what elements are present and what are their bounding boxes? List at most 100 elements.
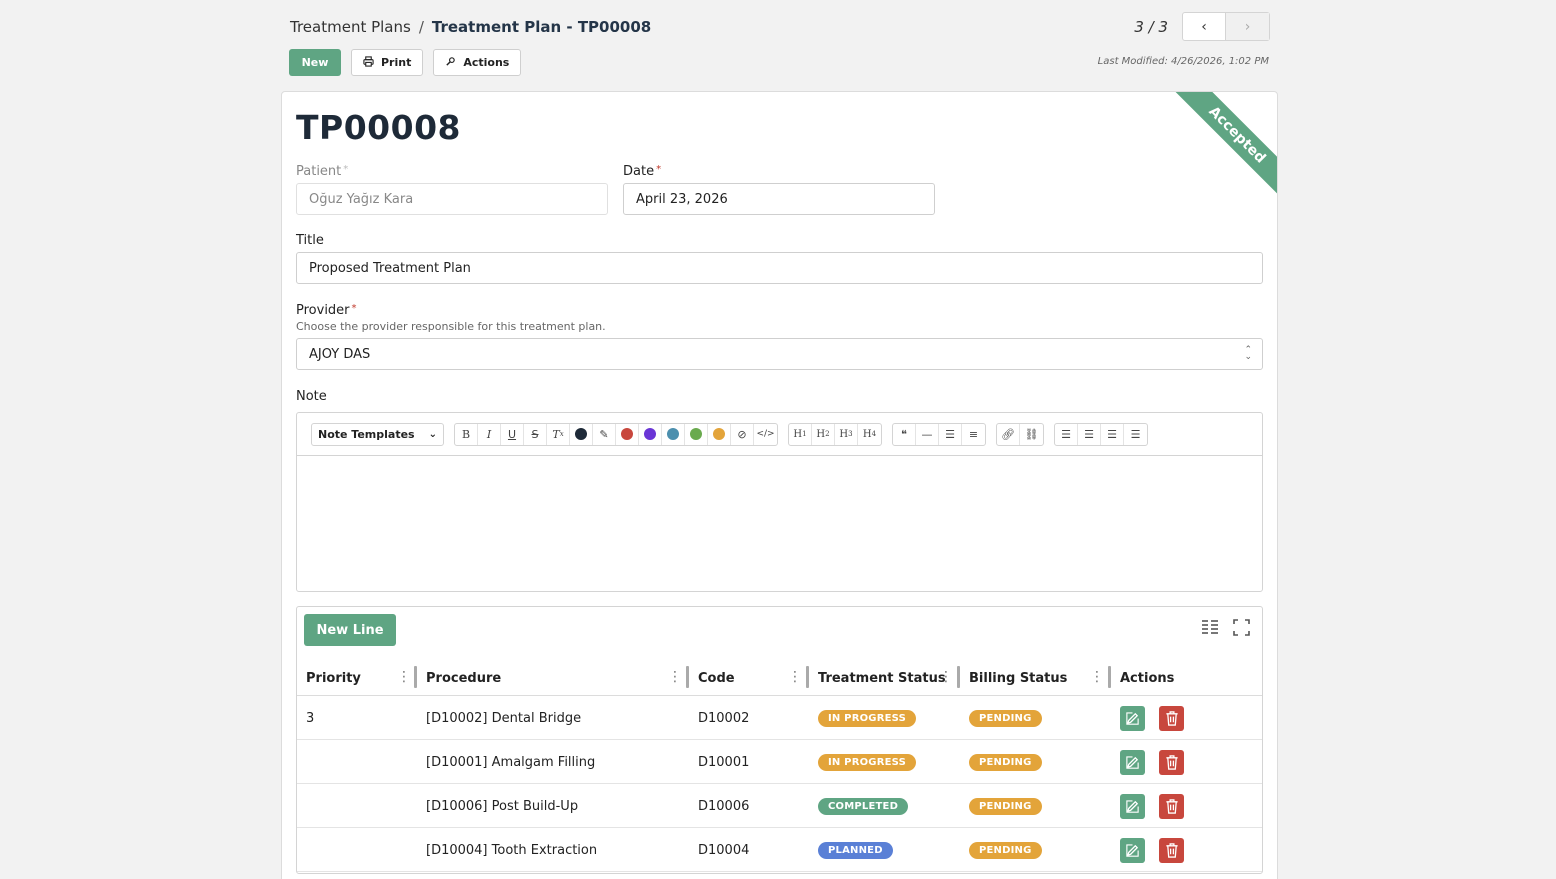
numbered-list-icon[interactable]: ≡ — [962, 424, 985, 445]
column-menu-icon[interactable]: ⋮ — [788, 670, 802, 684]
table-row[interactable]: [D10001] Amalgam Filling D10001 IN PROGR… — [297, 740, 1262, 784]
title-label: Title — [296, 233, 324, 248]
new-line-button[interactable]: New Line — [304, 614, 396, 646]
column-resize-handle[interactable] — [806, 666, 809, 688]
delete-icon[interactable] — [1159, 837, 1184, 863]
column-header-code[interactable]: Code — [698, 660, 735, 696]
column-header-billing-status[interactable]: Billing Status — [969, 660, 1067, 696]
delete-icon[interactable] — [1159, 793, 1184, 819]
cell-actions — [1120, 740, 1184, 784]
cell-procedure: [D10004] Tooth Extraction — [426, 842, 598, 858]
bold-icon[interactable]: B — [455, 423, 478, 445]
strikethrough-icon[interactable]: S — [524, 423, 547, 445]
cell-actions — [1120, 828, 1184, 872]
table-row[interactable]: [D10006] Post Build-Up D10006 COMPLETED … — [297, 784, 1262, 828]
italic-icon[interactable]: I — [478, 423, 501, 445]
columns-icon[interactable] — [1201, 619, 1219, 640]
blockquote-icon[interactable]: ❝ — [893, 423, 916, 445]
clear-format-icon[interactable]: Tx — [547, 423, 570, 445]
column-header-priority[interactable]: Priority — [306, 660, 361, 696]
align-right-icon[interactable]: ☰ — [1124, 424, 1147, 445]
actions-label: Actions — [463, 56, 510, 69]
column-menu-icon[interactable]: ⋮ — [939, 670, 953, 684]
wrench-icon — [445, 56, 456, 70]
column-header-treatment-status[interactable]: Treatment Status — [818, 660, 946, 696]
color-swatch-yellow-icon[interactable] — [708, 423, 731, 445]
heading-4-icon[interactable]: H4 — [858, 424, 881, 445]
billing-status-badge: PENDING — [969, 753, 1042, 771]
printer-icon — [363, 55, 374, 70]
new-button[interactable]: New — [289, 49, 341, 76]
patient-label-text: Patient — [296, 164, 342, 179]
align-left-icon[interactable]: ☰ — [1055, 423, 1078, 445]
note-editor: Note Templates ⌄ B I U S Tx ✎ ⊘ </> H1 H… — [296, 412, 1263, 592]
heading-3-icon[interactable]: H3 — [835, 423, 858, 445]
treatment-status-badge: IN PROGRESS — [818, 753, 916, 771]
color-swatch-red-icon[interactable] — [616, 423, 639, 445]
edit-icon[interactable] — [1120, 837, 1145, 863]
highlighter-icon[interactable]: ✎ — [593, 423, 616, 445]
unlink-icon[interactable]: ⛓︎ — [1020, 424, 1043, 445]
table-row[interactable]: [D10004] Tooth Extraction D10004 PLANNED… — [297, 828, 1262, 872]
provider-help-text: Choose the provider responsible for this… — [296, 320, 606, 333]
title-field[interactable]: Proposed Treatment Plan — [296, 252, 1263, 284]
provider-select-value: AJOY DAS — [309, 346, 371, 362]
provider-select[interactable]: AJOY DAS ⌃ ⌄ — [296, 338, 1263, 370]
column-header-procedure[interactable]: Procedure — [426, 660, 501, 696]
edit-icon[interactable] — [1120, 749, 1145, 775]
color-swatch-dark-icon[interactable] — [570, 423, 593, 445]
column-resize-handle[interactable] — [1108, 666, 1111, 688]
patient-field: Oğuz Yağız Kara — [296, 183, 608, 215]
link-icon[interactable]: 🔗︎ — [997, 423, 1020, 445]
date-field[interactable]: April 23, 2026 — [623, 183, 935, 215]
breadcrumb-root-link[interactable]: Treatment Plans — [290, 18, 411, 36]
column-menu-icon[interactable]: ⋮ — [668, 670, 682, 684]
heading-1-icon[interactable]: H1 — [789, 423, 812, 445]
heading-2-icon[interactable]: H2 — [812, 423, 835, 445]
cell-procedure: [D10006] Post Build-Up — [426, 798, 579, 814]
bullet-list-icon[interactable]: ☰ — [939, 423, 962, 445]
cell-billing-status: PENDING — [969, 696, 1042, 740]
underline-icon[interactable]: U — [501, 423, 524, 445]
color-swatch-green-icon[interactable] — [685, 423, 708, 445]
breadcrumb-current: Treatment Plan - TP00008 — [431, 18, 652, 36]
cell-billing-status: PENDING — [969, 784, 1042, 828]
format-group: B I U S Tx ✎ ⊘ </> — [454, 422, 778, 446]
print-button[interactable]: Print — [351, 49, 424, 76]
last-modified-text: Last Modified: 4/26/2026, 1:02 PM — [1097, 56, 1269, 67]
edit-icon[interactable] — [1120, 793, 1145, 819]
table-row[interactable]: 3 [D10002] Dental Bridge D10002 IN PROGR… — [297, 696, 1262, 740]
align-center-icon[interactable]: ☰ — [1078, 423, 1101, 445]
code-icon[interactable]: </> — [754, 424, 777, 445]
panel-icons — [1201, 619, 1250, 640]
column-menu-icon[interactable]: ⋮ — [397, 670, 411, 684]
pager-prev-button[interactable]: ‹ — [1183, 13, 1226, 40]
color-swatch-blue-icon[interactable] — [662, 423, 685, 445]
horizontal-rule-icon[interactable]: — — [916, 423, 939, 445]
pager-count: 3 / 3 — [1134, 17, 1168, 36]
pager-next-button[interactable]: › — [1226, 13, 1269, 40]
note-editor-body[interactable] — [297, 456, 1262, 591]
column-header-actions: Actions — [1120, 670, 1175, 686]
no-color-icon[interactable]: ⊘ — [731, 423, 754, 445]
form-toolbar: New Print Actions — [289, 49, 522, 76]
cell-treatment-status: PLANNED — [818, 828, 893, 872]
provider-label-text: Provider — [296, 303, 350, 318]
breadcrumb: Treatment Plans / Treatment Plan - TP000… — [290, 18, 651, 36]
edit-icon[interactable] — [1120, 705, 1145, 731]
record-title: TP00008 — [296, 108, 462, 147]
note-templates-dropdown[interactable]: Note Templates ⌄ — [311, 422, 444, 446]
delete-icon[interactable] — [1159, 705, 1184, 731]
link-group: 🔗︎ ⛓︎ — [996, 422, 1044, 446]
column-resize-handle[interactable] — [957, 666, 960, 688]
actions-button[interactable]: Actions — [433, 49, 522, 76]
align-justify-icon[interactable]: ☰ — [1101, 423, 1124, 445]
fullscreen-icon[interactable] — [1233, 619, 1250, 640]
color-swatch-purple-icon[interactable] — [639, 423, 662, 445]
chevron-right-icon: › — [1244, 18, 1251, 35]
column-resize-handle[interactable] — [414, 666, 417, 688]
column-resize-handle[interactable] — [686, 666, 689, 688]
column-menu-icon[interactable]: ⋮ — [1090, 670, 1104, 684]
cell-billing-status: PENDING — [969, 828, 1042, 872]
delete-icon[interactable] — [1159, 749, 1184, 775]
